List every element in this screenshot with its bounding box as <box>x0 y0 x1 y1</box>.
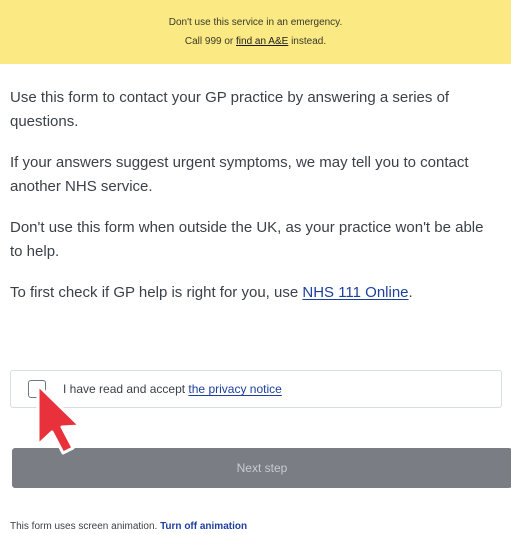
intro-paragraph-3: Don't use this form when outside the UK,… <box>10 219 484 260</box>
nhs-111-online-link[interactable]: NHS 111 Online <box>302 284 408 301</box>
animation-notice-text: This form uses screen animation. <box>10 521 161 532</box>
intro-paragraph-4: To first check if GP help is right for y… <box>10 281 500 305</box>
intro-paragraph-1: Use this form to contact your GP practic… <box>10 89 450 130</box>
intro-p4-prefix: To first check if GP help is right for y… <box>10 284 303 301</box>
privacy-consent-label[interactable]: I have read and accept the privacy notic… <box>63 382 282 396</box>
banner-line-2: Call 999 or find an A&E instead. <box>185 32 326 51</box>
emergency-banner: Don't use this service in an emergency. … <box>0 0 511 64</box>
privacy-notice-link[interactable]: the privacy notice <box>188 382 281 396</box>
pointer-arrow-icon <box>36 383 82 455</box>
intro-p4-suffix: . <box>408 284 413 301</box>
turn-off-animation-link[interactable]: Turn off animation <box>160 521 247 532</box>
banner-line-1: Don't use this service in an emergency. <box>168 17 343 28</box>
banner-line-2-suffix: instead. <box>288 36 327 47</box>
banner-line-2-prefix: Call 999 or <box>184 36 237 47</box>
find-ae-link[interactable]: find an A&E <box>236 36 288 47</box>
intro-content: Use this form to contact your GP practic… <box>10 86 500 322</box>
intro-paragraph-2: If your answers suggest urgent symptoms,… <box>10 154 469 195</box>
animation-notice: This form uses screen animation. Turn of… <box>10 521 247 532</box>
